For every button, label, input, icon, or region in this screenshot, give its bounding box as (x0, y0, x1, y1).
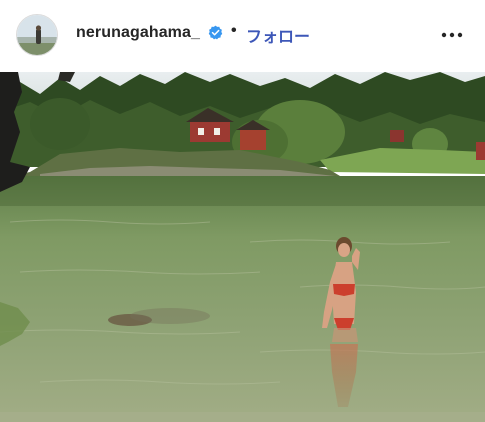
verified-badge-icon (208, 25, 223, 40)
avatar[interactable] (16, 14, 58, 56)
post-photo[interactable] (0, 72, 485, 422)
username-link[interactable]: nerunagahama_ (76, 24, 200, 42)
separator-dot: • (231, 22, 237, 39)
more-options-icon[interactable] (440, 26, 464, 44)
follow-button[interactable]: フォロー (246, 23, 310, 47)
post-header: nerunagahama_ • フォロー (0, 0, 485, 72)
